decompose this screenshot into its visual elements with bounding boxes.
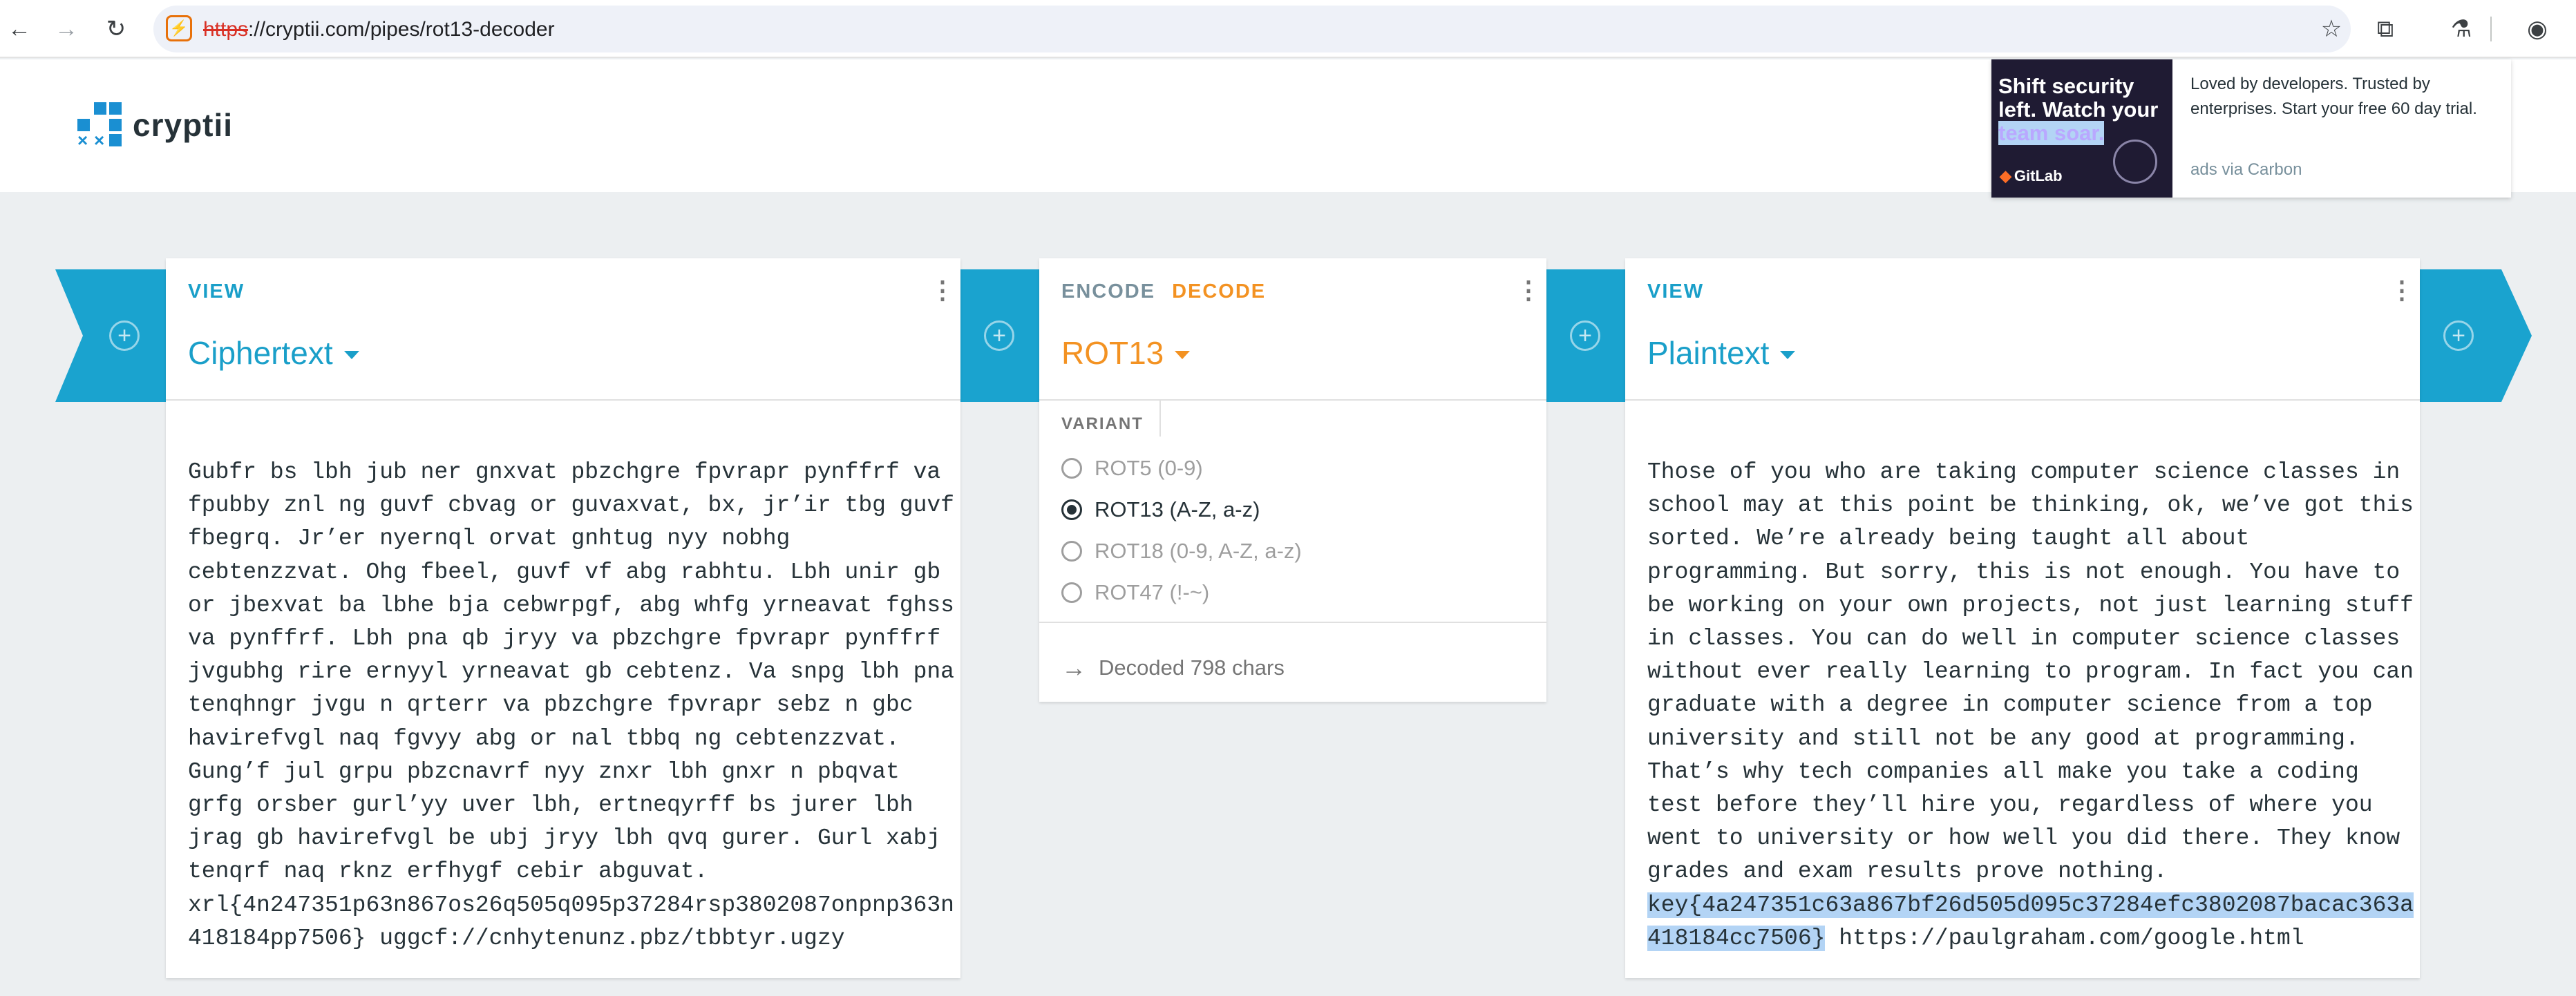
more-vert-icon[interactable]: ⋮ xyxy=(2389,278,2414,303)
plaintext-textarea[interactable]: Those of you who are taking computer sci… xyxy=(1647,456,2414,955)
more-vert-icon[interactable]: ⋮ xyxy=(930,278,955,303)
brick-header: ENCODE DECODE ⋮ ROT13 xyxy=(1039,258,1546,401)
profile-icon[interactable]: ◉ xyxy=(2518,10,2557,48)
variant-option-rot5[interactable]: ROT5 (0-9) xyxy=(1061,456,1203,481)
variant-label: VARIANT xyxy=(1061,414,1144,433)
caret-down-icon xyxy=(343,351,359,359)
radio-icon[interactable] xyxy=(1061,541,1082,562)
caret-down-icon xyxy=(1175,351,1191,359)
site-info-icon[interactable]: ⚡ xyxy=(166,15,192,41)
tab-encode[interactable]: ENCODE xyxy=(1061,280,1155,303)
brick-title-dropdown[interactable]: ROT13 xyxy=(1061,334,1191,372)
tab-view[interactable]: VIEW xyxy=(188,280,245,303)
variant-option-rot18[interactable]: ROT18 (0-9, A-Z, a-z) xyxy=(1061,539,1302,564)
logo-mark-icon: × × xyxy=(77,102,123,149)
status-line: → Decoded 798 chars xyxy=(1061,653,1285,682)
pipe-end-connector xyxy=(2417,269,2532,402)
url-text[interactable]: https://cryptii.com/pipes/rot13-decoder xyxy=(203,18,555,41)
toolbar-divider xyxy=(2490,17,2492,41)
extensions-icon[interactable]: ⧉ xyxy=(2366,10,2405,48)
back-icon[interactable]: ← xyxy=(0,10,39,48)
radio-icon[interactable] xyxy=(1061,458,1082,479)
brick-header: VIEW ⋮ Ciphertext xyxy=(166,258,960,401)
browser-toolbar: ← → ↻ ⚡ https://cryptii.com/pipes/rot13-… xyxy=(0,0,2576,58)
logo-text: cryptii xyxy=(133,107,234,143)
tab-view[interactable]: VIEW xyxy=(1647,280,1704,303)
add-brick-plus-icon[interactable]: + xyxy=(2443,320,2474,351)
ad-copy[interactable]: Loved by developers. Trusted by enterpri… xyxy=(2190,72,2494,122)
reload-icon[interactable]: ↻ xyxy=(97,10,135,48)
labs-flask-icon[interactable]: ⚗ xyxy=(2442,10,2481,48)
carbon-ad[interactable]: Shift security left. Watch your team soa… xyxy=(1991,59,2511,198)
add-brick-plus-icon[interactable]: + xyxy=(984,320,1014,351)
plaintext-brick: VIEW ⋮ Plaintext Those of you who are ta… xyxy=(1625,258,2420,978)
variant-option-rot47[interactable]: ROT47 (!-~) xyxy=(1061,580,1209,605)
add-brick-plus-icon[interactable]: + xyxy=(109,320,140,351)
status-divider xyxy=(1039,622,1546,623)
site-header: × × cryptii Shift security left. Watch y… xyxy=(0,59,2576,198)
shield-icon xyxy=(2113,140,2157,184)
forward-icon[interactable]: → xyxy=(47,10,86,48)
ciphertext-brick: VIEW ⋮ Ciphertext Gubfr bs lbh jub ner g… xyxy=(166,258,960,978)
rot13-brick: ENCODE DECODE ⋮ ROT13 VARIANT ROT5 (0-9)… xyxy=(1039,258,1546,702)
brick-header: VIEW ⋮ Plaintext xyxy=(1625,258,2420,401)
address-bar[interactable]: ⚡ https://cryptii.com/pipes/rot13-decode… xyxy=(153,6,2351,52)
variant-option-rot13[interactable]: ROT13 (A-Z, a-z) xyxy=(1061,497,1260,522)
radio-checked-icon[interactable] xyxy=(1061,499,1082,520)
arrow-right-icon: → xyxy=(1061,653,1086,682)
cryptii-logo[interactable]: × × cryptii xyxy=(77,102,234,149)
brick-title-dropdown[interactable]: Plaintext xyxy=(1647,334,1796,372)
brick-title-dropdown[interactable]: Ciphertext xyxy=(188,334,359,372)
variant-divider xyxy=(1159,401,1161,437)
ad-brand: GitLab xyxy=(2000,167,2063,185)
ad-via-link[interactable]: ads via Carbon xyxy=(2190,160,2302,180)
ciphertext-textarea[interactable]: Gubfr bs lbh jub ner gnxvat pbzchgre fpv… xyxy=(188,456,954,955)
more-vert-icon[interactable]: ⋮ xyxy=(1516,278,1541,303)
radio-icon[interactable] xyxy=(1061,582,1082,603)
caret-down-icon xyxy=(1780,351,1796,359)
bookmark-star-icon[interactable]: ☆ xyxy=(2312,10,2351,48)
tab-decode[interactable]: DECODE xyxy=(1172,280,1266,303)
add-brick-plus-icon[interactable]: + xyxy=(1570,320,1600,351)
ad-image[interactable]: Shift security left. Watch your team soa… xyxy=(1991,59,2172,198)
